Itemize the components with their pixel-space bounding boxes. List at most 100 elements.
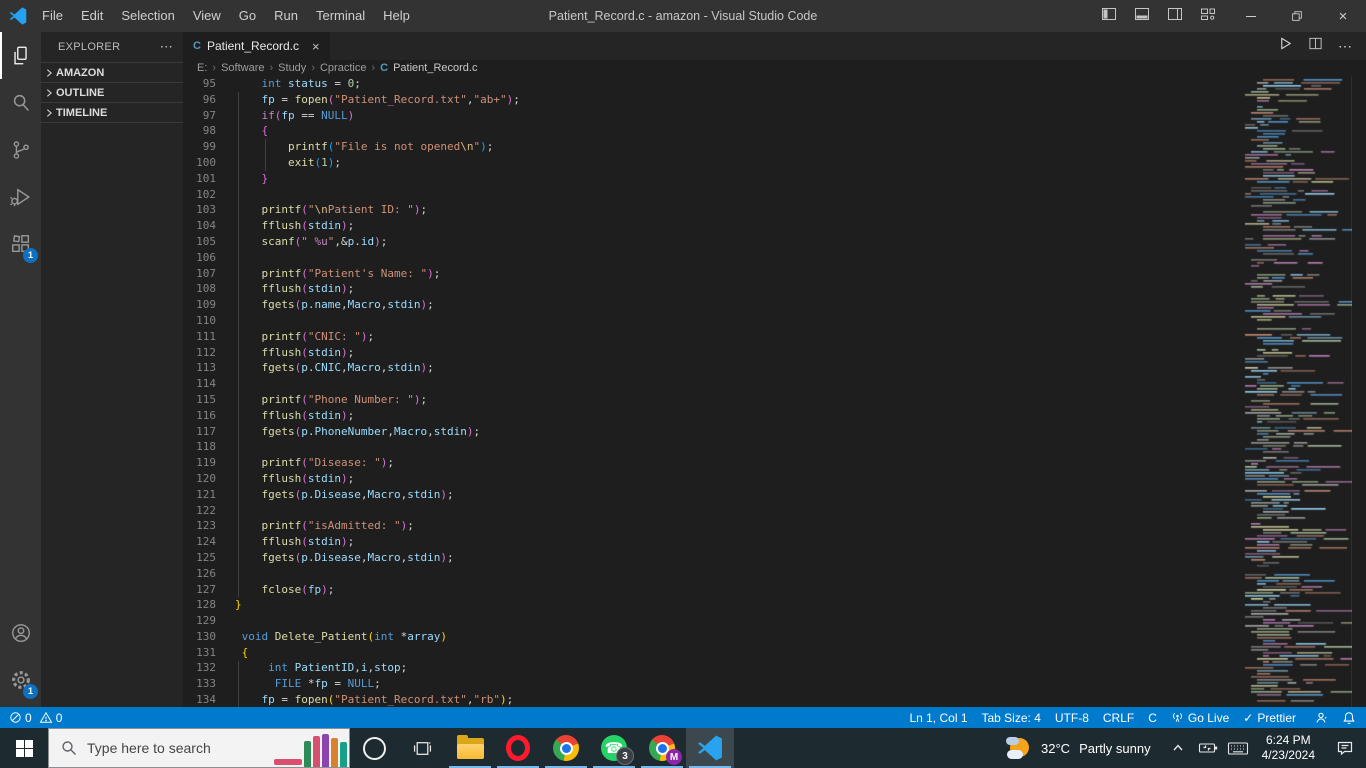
code-line-132: int PatientID,i,stop;: [268, 661, 408, 675]
feedback-icon[interactable]: [1307, 707, 1335, 728]
extensions-icon[interactable]: 1: [0, 220, 41, 267]
code-line-100: exit(1);: [287, 155, 341, 169]
close-button[interactable]: ×: [1320, 0, 1366, 32]
menu-terminal[interactable]: Terminal: [307, 0, 374, 32]
run-and-debug-icon[interactable]: [0, 173, 41, 220]
line-number: 121: [196, 487, 216, 501]
breadcrumb-item[interactable]: Cpractice: [320, 62, 366, 74]
menu-file[interactable]: File: [33, 0, 72, 32]
minimize-button[interactable]: [1228, 0, 1274, 32]
menu-go[interactable]: Go: [230, 0, 265, 32]
split-editor-icon[interactable]: [1308, 36, 1323, 56]
code-line-108: fflush(stdin);: [261, 282, 355, 296]
sidebar-section-amazon[interactable]: AMAZON: [41, 62, 183, 82]
editor-more-actions-icon[interactable]: ⋯: [1338, 38, 1352, 55]
editor-content[interactable]: int status = 0; fp = fopen("Patient_Reco…: [235, 76, 1243, 707]
c-file-icon: C: [193, 40, 201, 52]
menubar: File Edit Selection View Go Run Terminal Help: [33, 0, 419, 32]
cortana-button[interactable]: [350, 728, 398, 768]
task-view-button[interactable]: [398, 728, 446, 768]
sidebar-section-timeline[interactable]: TIMELINE: [41, 102, 183, 123]
line-number: 122: [196, 503, 216, 517]
line-number: 110: [196, 313, 216, 327]
line-number: 119: [196, 456, 216, 470]
start-button[interactable]: [0, 728, 48, 768]
breadcrumb-separator: ›: [212, 62, 217, 74]
code-line-134: fp = fopen("Patient_Record.txt","rb");: [261, 693, 514, 707]
problems-indicator[interactable]: 0 0: [9, 707, 62, 728]
menu-run[interactable]: Run: [265, 0, 307, 32]
line-number: 102: [196, 187, 216, 201]
breadcrumb-file[interactable]: Patient_Record.c: [393, 62, 477, 74]
status-prettier[interactable]: ✓ Prettier: [1236, 707, 1303, 728]
line-number: 133: [196, 677, 216, 691]
status-encoding[interactable]: UTF-8: [1048, 707, 1096, 728]
code-line-103: printf("\nPatient ID: ");: [261, 203, 428, 217]
explorer-sidebar: EXPLORER ⋯ AMAZON OUTLINE TIMELINE: [41, 32, 183, 707]
notifications-bell-icon[interactable]: [1335, 707, 1366, 728]
sidebar-section-outline[interactable]: OUTLINE: [41, 82, 183, 102]
sidebar-title: EXPLORER: [58, 41, 121, 53]
opera-app-icon[interactable]: [494, 728, 542, 768]
menu-help[interactable]: Help: [374, 0, 419, 32]
breadcrumb-item[interactable]: E:: [197, 62, 207, 74]
code-line-99: printf("File is not opened\n");: [287, 140, 494, 154]
action-center-icon[interactable]: [1324, 728, 1366, 768]
breadcrumb-item[interactable]: Study: [278, 62, 306, 74]
run-code-icon[interactable]: [1278, 36, 1293, 56]
weather-widget[interactable]: 32°C Partly sunny: [994, 735, 1163, 761]
customize-layout-icon[interactable]: [1200, 6, 1216, 27]
minimap[interactable]: [1243, 76, 1352, 707]
battery-icon[interactable]: [1193, 728, 1223, 768]
chrome-profile-app-icon[interactable]: M: [638, 728, 686, 768]
clock-time: 6:24 PM: [1265, 733, 1311, 747]
tab-patient-record[interactable]: C Patient_Record.c ×: [183, 32, 330, 60]
status-indentation[interactable]: Tab Size: 4: [975, 707, 1048, 728]
breadcrumb-item[interactable]: Software: [221, 62, 264, 74]
menu-view[interactable]: View: [184, 0, 230, 32]
extensions-badge: 1: [23, 248, 38, 263]
settings-gear-icon[interactable]: 1: [0, 656, 41, 703]
source-control-icon[interactable]: [0, 126, 41, 173]
toggle-secondary-sidebar-icon[interactable]: [1167, 6, 1183, 27]
status-language-mode[interactable]: C: [1141, 707, 1164, 728]
tab-bar: C Patient_Record.c × ⋯: [183, 32, 1366, 60]
tab-close-icon[interactable]: ×: [312, 39, 320, 54]
menu-edit[interactable]: Edit: [72, 0, 112, 32]
line-number: 128: [196, 598, 216, 612]
file-explorer-app-icon[interactable]: [446, 728, 494, 768]
explorer-more-actions-icon[interactable]: ⋯: [160, 39, 173, 55]
line-number: 108: [196, 282, 216, 296]
hidden-icons-chevron[interactable]: [1163, 728, 1193, 768]
search-icon[interactable]: [0, 79, 41, 126]
line-number: 126: [196, 566, 216, 580]
restore-button[interactable]: [1274, 0, 1320, 32]
toggle-panel-icon[interactable]: [1134, 6, 1150, 27]
code-line-104: fflush(stdin);: [261, 219, 355, 233]
scrollbar[interactable]: [1351, 76, 1366, 707]
chrome-app-icon[interactable]: [542, 728, 590, 768]
line-number: 95: [202, 77, 216, 90]
warning-icon: [39, 711, 53, 723]
touch-keyboard-icon[interactable]: [1223, 728, 1253, 768]
code-editor[interactable]: 95 96 97 98 99 100 101 102 103 104 105 106 107 108 109…: [183, 76, 1366, 707]
line-number: 103: [196, 203, 216, 217]
line-number: 123: [196, 519, 216, 533]
explorer-icon[interactable]: [0, 32, 41, 79]
menu-selection[interactable]: Selection: [112, 0, 183, 32]
editor-group: C Patient_Record.c × ⋯ E: › Software › Study…: [183, 32, 1366, 707]
code-line-120: fflush(stdin);: [261, 471, 355, 485]
clock[interactable]: 6:24 PM 4/23/2024: [1253, 733, 1324, 763]
whatsapp-app-icon[interactable]: ☎ 3: [590, 728, 638, 768]
vscode-app-icon[interactable]: [686, 728, 734, 768]
toggle-sidebar-icon[interactable]: [1101, 6, 1117, 27]
status-go-live[interactable]: Go Live: [1164, 707, 1236, 728]
accounts-icon[interactable]: [0, 609, 41, 656]
status-eol[interactable]: CRLF: [1096, 707, 1141, 728]
taskbar-search[interactable]: Type here to search: [48, 728, 350, 768]
workbench: 1 1 EXPLORER ⋯ AMAZON OUTLINE TIMELINE C…: [0, 32, 1366, 707]
status-cursor-position[interactable]: Ln 1, Col 1: [902, 707, 974, 728]
chrome-profile-badge: M: [666, 749, 682, 765]
